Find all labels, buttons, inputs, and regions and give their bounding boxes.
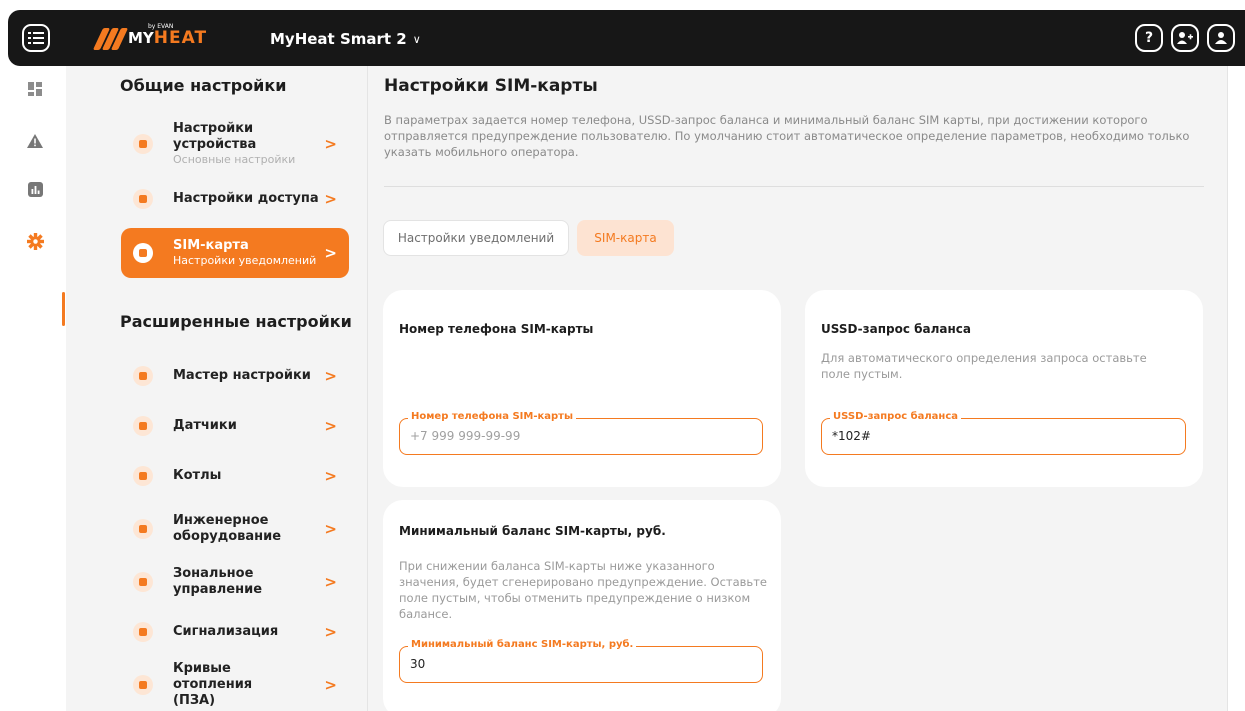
curve-icon bbox=[133, 675, 153, 695]
sidebar-item-alarm[interactable]: Сигнализация > bbox=[121, 607, 349, 657]
ussd-card-title: USSD-запрос баланса bbox=[821, 322, 972, 336]
phone-input[interactable] bbox=[410, 429, 752, 443]
sidebar-item-heating-curves[interactable]: Кривые отопления (ПЗА) > bbox=[121, 660, 349, 710]
device-settings-icon bbox=[133, 134, 153, 154]
settings-sidebar: Общие настройки Настройки устройства Осн… bbox=[66, 66, 368, 711]
sidebar-item-device-settings[interactable]: Настройки устройства Основные настройки … bbox=[121, 119, 349, 169]
min-balance-input[interactable] bbox=[410, 657, 752, 671]
sensor-icon bbox=[133, 416, 153, 436]
general-settings-title: Общие настройки bbox=[120, 76, 287, 95]
chevron-right-icon: > bbox=[324, 573, 337, 591]
chevron-right-icon: > bbox=[324, 623, 337, 641]
main-content: Настройки SIM-карты В параметрах задаетс… bbox=[368, 66, 1228, 711]
logo-my: MY bbox=[128, 28, 154, 47]
chevron-right-icon: > bbox=[324, 135, 337, 153]
chevron-right-icon: > bbox=[324, 190, 337, 208]
ussd-field[interactable]: USSD-запрос баланса bbox=[821, 411, 1186, 455]
left-rail bbox=[0, 66, 66, 711]
phone-field[interactable]: Номер телефона SIM-карты bbox=[399, 411, 763, 455]
top-bar: by EVAN MYHEAT MyHeat Smart 2 ∨ ? bbox=[8, 10, 1245, 66]
dashboard-icon[interactable] bbox=[26, 80, 44, 98]
sidebar-item-sensors[interactable]: Датчики > bbox=[121, 401, 349, 451]
chevron-right-icon: > bbox=[324, 367, 337, 385]
page-description: В параметрах задается номер телефона, US… bbox=[384, 113, 1190, 159]
chevron-right-icon: > bbox=[324, 417, 337, 435]
myheat-logo[interactable]: by EVAN MYHEAT bbox=[92, 22, 207, 54]
zone-icon bbox=[133, 572, 153, 592]
min-balance-field-label: Минимальный баланс SIM-карты, руб. bbox=[408, 639, 637, 650]
min-balance-field[interactable]: Минимальный баланс SIM-карты, руб. bbox=[399, 639, 763, 683]
phone-card-title: Номер телефона SIM-карты bbox=[399, 322, 594, 336]
chevron-down-icon: ∨ bbox=[412, 32, 421, 46]
min-balance-card: Минимальный баланс SIM-карты, руб. При с… bbox=[383, 500, 781, 711]
equipment-icon bbox=[133, 519, 153, 539]
access-icon bbox=[133, 189, 153, 209]
chevron-right-icon: > bbox=[324, 467, 337, 485]
chevron-right-icon: > bbox=[324, 676, 337, 694]
ussd-input[interactable] bbox=[832, 429, 1175, 443]
tab-sim-card[interactable]: SIM-карта bbox=[577, 220, 674, 256]
sidebar-item-zone-control[interactable]: Зональное управление > bbox=[121, 557, 349, 607]
add-user-icon[interactable] bbox=[1171, 24, 1199, 52]
help-icon[interactable]: ? bbox=[1135, 24, 1163, 52]
ussd-card-description: Для автоматического определения запроса … bbox=[821, 351, 1147, 381]
settings-icon[interactable] bbox=[26, 232, 44, 250]
warning-icon[interactable] bbox=[26, 132, 44, 150]
sim-icon bbox=[133, 243, 153, 263]
sidebar-item-boilers[interactable]: Котлы > bbox=[121, 451, 349, 501]
device-name: MyHeat Smart 2 bbox=[270, 30, 407, 48]
sidebar-item-sim-card[interactable]: SIM-карта Настройки уведомлений > bbox=[121, 228, 349, 278]
sidebar-item-setup-wizard[interactable]: Мастер настройки > bbox=[121, 351, 349, 401]
chevron-right-icon: > bbox=[324, 520, 337, 538]
sidebar-item-access-settings[interactable]: Настройки доступа > bbox=[121, 174, 349, 224]
boiler-icon bbox=[133, 466, 153, 486]
tab-notification-settings[interactable]: Настройки уведомлений bbox=[383, 220, 569, 256]
alarm-icon bbox=[133, 622, 153, 642]
min-balance-card-description: При снижении баланса SIM-карты ниже указ… bbox=[399, 559, 767, 621]
divider bbox=[384, 186, 1204, 187]
ussd-card: USSD-запрос баланса Для автоматического … bbox=[805, 290, 1203, 487]
logo-heat: HEAT bbox=[153, 27, 208, 48]
chevron-right-icon: > bbox=[324, 244, 337, 262]
device-selector[interactable]: MyHeat Smart 2 ∨ bbox=[270, 30, 421, 48]
page-title: Настройки SIM-карты bbox=[384, 76, 598, 96]
profile-icon[interactable] bbox=[1207, 24, 1235, 52]
rail-active-indicator bbox=[62, 292, 65, 326]
ussd-field-label: USSD-запрос баланса bbox=[830, 411, 962, 422]
advanced-settings-title: Расширенные настройки bbox=[120, 312, 352, 331]
menu-icon[interactable] bbox=[22, 24, 50, 52]
sidebar-item-engineering-equipment[interactable]: Инженерное оборудование > bbox=[121, 504, 349, 554]
phone-number-card: Номер телефона SIM-карты Номер телефона … bbox=[383, 290, 781, 487]
wizard-icon bbox=[133, 366, 153, 386]
stats-icon[interactable] bbox=[26, 180, 44, 198]
logo-stripes-icon bbox=[92, 26, 129, 50]
phone-field-label: Номер телефона SIM-карты bbox=[408, 411, 577, 422]
min-balance-card-title: Минимальный баланс SIM-карты, руб. bbox=[399, 524, 666, 538]
